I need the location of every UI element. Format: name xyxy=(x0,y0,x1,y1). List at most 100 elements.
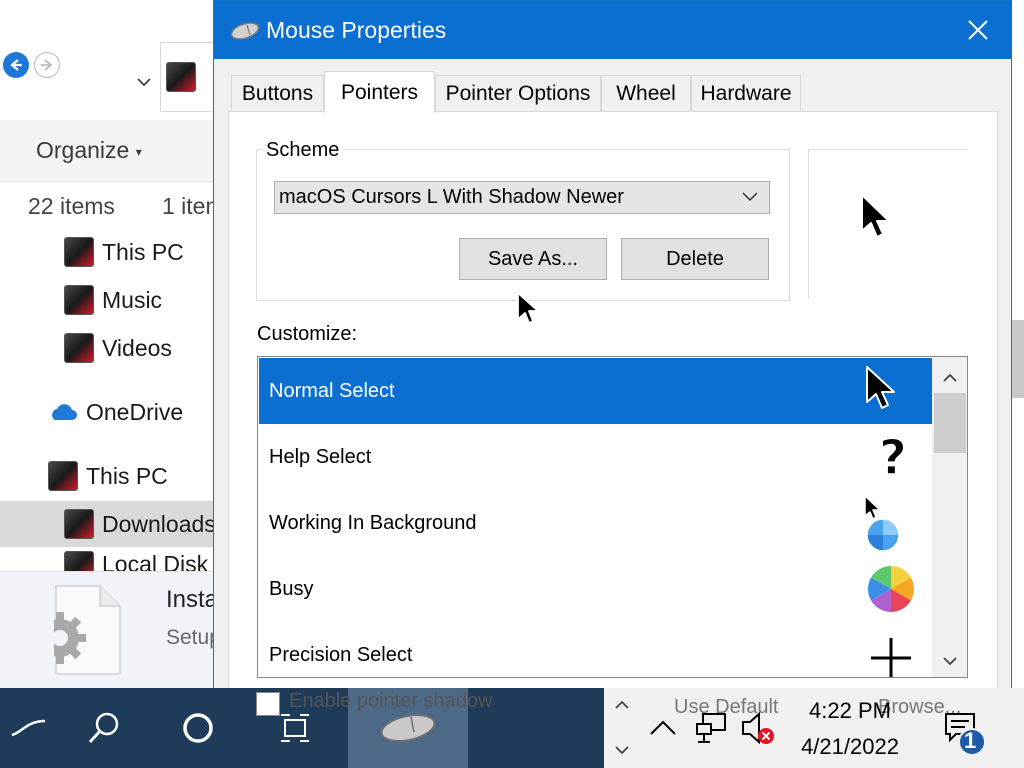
scheme-value: macOS Cursors L With Shadow Newer xyxy=(279,186,624,208)
arrow-left-icon xyxy=(10,59,22,71)
search-icon xyxy=(88,712,119,744)
volume-button[interactable] xyxy=(738,688,776,768)
mouse-icon xyxy=(380,713,436,743)
delete-label: Delete xyxy=(666,247,724,270)
mouse-icon xyxy=(230,21,260,46)
cursor-preview xyxy=(808,149,968,299)
videos-folder-icon xyxy=(64,333,94,363)
enable-shadow-checkbox[interactable] xyxy=(256,692,280,716)
organize-label: Organize xyxy=(36,137,130,163)
scroll-up-arrow-icon[interactable] xyxy=(932,363,967,391)
delete-button[interactable]: Delete xyxy=(621,238,769,280)
clock[interactable]: 4:22 PM 4/21/2022 xyxy=(790,692,910,764)
nav-item-local-disk[interactable]: Local Disk xyxy=(64,551,220,571)
task-view-icon xyxy=(281,714,309,742)
list-item-busy[interactable]: Busy xyxy=(259,556,932,622)
tab-label: Buttons xyxy=(241,81,314,105)
explorer-scrollbar-thumb[interactable] xyxy=(1012,320,1024,398)
list-item-label: Busy xyxy=(269,577,314,600)
dialog-title: Mouse Properties xyxy=(266,17,447,43)
dialog-scroll-strip[interactable] xyxy=(604,688,640,768)
nav-item-label: Downloads xyxy=(102,510,216,537)
tab-label: Pointer Options xyxy=(445,81,591,105)
recent-locations-chevron-icon[interactable] xyxy=(134,74,154,92)
tab-hardware[interactable]: Hardware xyxy=(691,75,801,111)
chevron-down-icon[interactable] xyxy=(742,187,764,207)
chevron-up-icon xyxy=(650,720,676,735)
start-swoosh-icon xyxy=(11,719,46,737)
tab-pointers[interactable]: Pointers xyxy=(324,71,435,113)
computer-icon xyxy=(64,237,94,267)
taskbar: Enable pointer shadow Use Default Browse… xyxy=(0,688,1024,768)
details-file-type: Setup xyxy=(166,626,218,649)
nav-item-onedrive[interactable]: OneDrive xyxy=(48,389,220,435)
cursor-list[interactable]: Normal Select Help Select ? Working In B… xyxy=(257,356,968,678)
nav-item-this-pc-2[interactable]: This PC xyxy=(48,453,220,499)
list-item-working-in-background[interactable]: Working In Background xyxy=(259,490,932,556)
cloud-icon xyxy=(52,404,77,420)
chevron-down-icon xyxy=(615,746,629,755)
organize-button[interactable]: Organize ▾ xyxy=(36,137,142,164)
network-icon xyxy=(696,713,726,743)
nav-item-label: Local Disk xyxy=(102,551,209,571)
downloads-folder-icon xyxy=(64,509,94,539)
nav-item-label: This PC xyxy=(102,238,184,265)
search-button[interactable] xyxy=(76,688,132,768)
arrow-cursor-icon xyxy=(866,366,895,409)
music-folder-icon xyxy=(64,285,94,315)
list-item-help-select[interactable]: Help Select ? xyxy=(259,424,932,490)
nav-item-videos[interactable]: Videos xyxy=(64,325,220,371)
computer-icon xyxy=(48,461,78,491)
save-as-button[interactable]: Save As... xyxy=(459,238,607,280)
cortana-button[interactable] xyxy=(172,688,224,768)
svg-text:?: ? xyxy=(879,430,907,486)
question-mark-icon: ? xyxy=(878,429,907,486)
nav-item-music[interactable]: Music xyxy=(64,277,220,323)
scroll-down-arrow-icon[interactable] xyxy=(932,647,967,675)
list-item-precision-select[interactable]: Precision Select xyxy=(259,622,932,677)
forward-button[interactable] xyxy=(34,52,60,78)
scheme-label: Scheme xyxy=(262,139,344,162)
list-item-label: Working In Background xyxy=(269,511,477,534)
notification-icon xyxy=(945,713,986,756)
start-button[interactable] xyxy=(4,688,54,768)
selected-count-text: 1 item xyxy=(162,193,216,219)
scheme-dropdown[interactable]: macOS Cursors L With Shadow Newer xyxy=(274,181,770,214)
clock-date: 4/21/2022 xyxy=(801,734,899,759)
scrollbar-thumb[interactable] xyxy=(934,393,966,453)
crosshair-icon xyxy=(871,638,911,677)
title-bar[interactable]: Mouse Properties xyxy=(214,1,1011,59)
close-button[interactable] xyxy=(955,7,1001,53)
mouse-pointer-icon xyxy=(517,292,539,324)
enable-shadow-label: Enable pointer shadow xyxy=(289,690,493,712)
nav-item-this-pc[interactable]: This PC xyxy=(64,229,220,275)
list-item-label: Precision Select xyxy=(269,643,413,666)
list-item-label: Help Select xyxy=(269,445,372,468)
show-hidden-icons-button[interactable] xyxy=(648,688,678,768)
nav-item-downloads[interactable]: Downloads xyxy=(0,501,220,547)
action-center-button[interactable]: 1 xyxy=(930,688,990,768)
details-file-name: Install xyxy=(166,586,218,613)
list-item-normal-select[interactable]: Normal Select xyxy=(259,358,932,424)
volume-muted-icon xyxy=(742,711,774,745)
mouse-properties-dialog: Mouse Properties Buttons Pointers Pointe… xyxy=(213,0,1012,691)
tab-label: Wheel xyxy=(616,81,676,105)
working-background-icon xyxy=(864,495,900,552)
tab-label: Pointers xyxy=(340,80,419,104)
dropdown-caret-icon: ▾ xyxy=(135,144,142,159)
list-scrollbar[interactable] xyxy=(932,357,967,677)
tab-pointer-options[interactable]: Pointer Options xyxy=(435,75,601,111)
tab-wheel[interactable]: Wheel xyxy=(601,75,691,111)
list-item-label: Normal Select xyxy=(269,379,395,402)
tab-buttons[interactable]: Buttons xyxy=(231,75,324,111)
disk-icon xyxy=(64,551,94,571)
network-button[interactable] xyxy=(692,688,730,768)
back-button[interactable] xyxy=(3,52,29,78)
notification-badge: 1 xyxy=(964,728,977,753)
arrow-cursor-preview-icon xyxy=(861,194,890,238)
clock-time: 4:22 PM xyxy=(809,698,891,723)
busy-spinner-icon xyxy=(868,566,914,612)
cortana-circle-icon xyxy=(183,713,213,743)
setup-file-icon xyxy=(34,584,122,676)
close-icon xyxy=(968,20,988,40)
